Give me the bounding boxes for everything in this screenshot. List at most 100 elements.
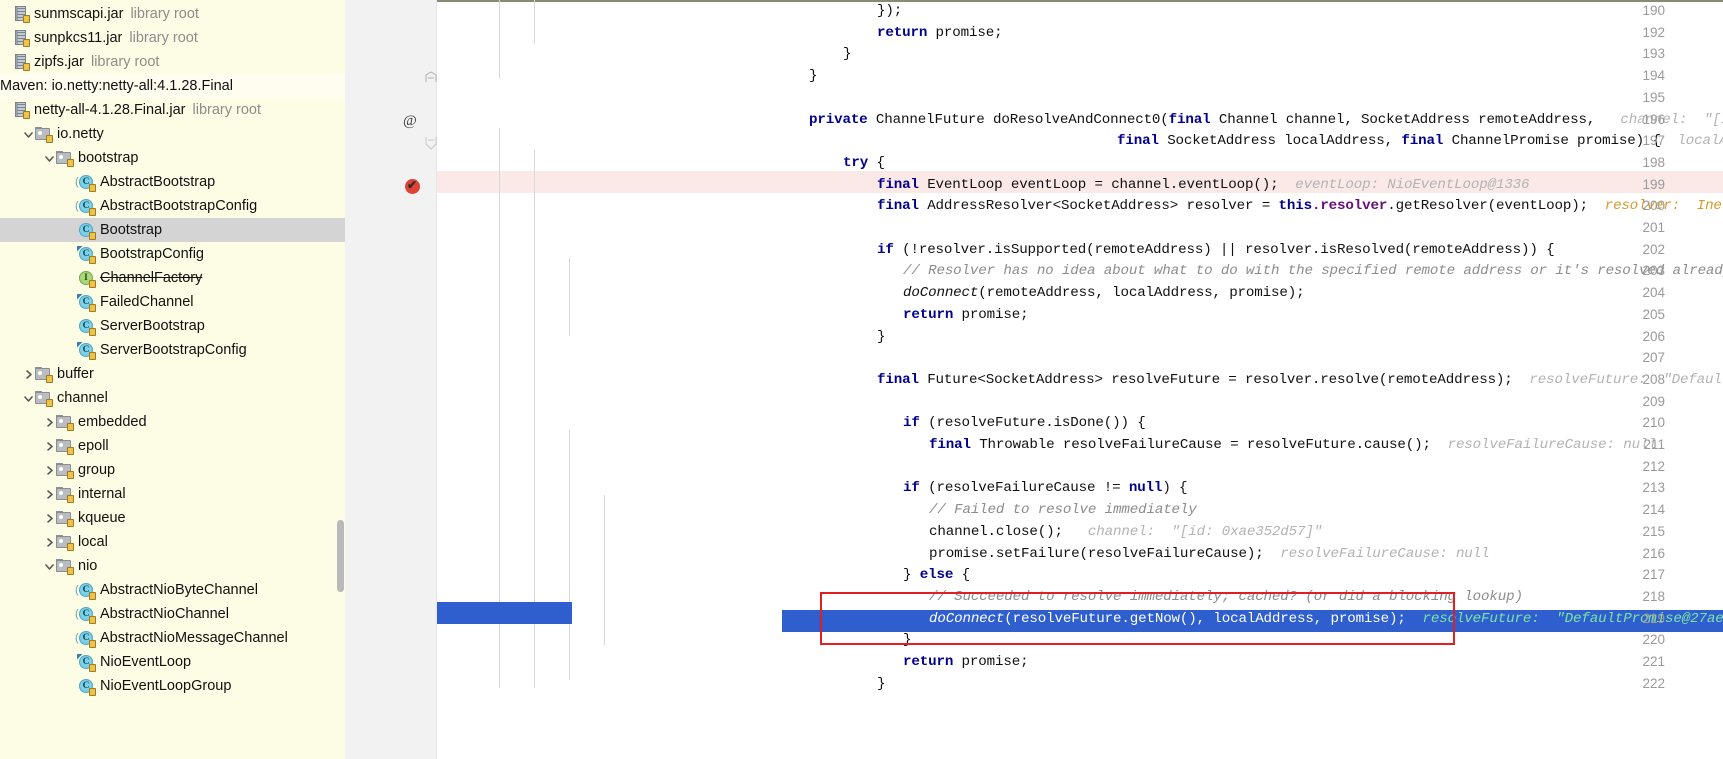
package-folder-icon	[56, 415, 73, 430]
tree-item-netty-all-4-1-28-final-jar[interactable]: netty-all-4.1.28.Final.jarlibrary root	[0, 98, 345, 122]
code-line[interactable]: // Succeeded to resolve immediately; cac…	[929, 589, 1523, 605]
tree-item-label: buffer	[57, 366, 94, 382]
code-line[interactable]: channel.close(); channel: "[id: 0xae352d…	[929, 524, 1322, 540]
code-line[interactable]: }	[843, 46, 851, 62]
chevron-down-icon[interactable]	[42, 151, 56, 165]
chevron-right-icon[interactable]	[42, 439, 56, 453]
code-line[interactable]: } else {	[903, 567, 970, 583]
project-tool-window[interactable]: sunmscapi.jarlibrary rootsunpkcs11.jarli…	[0, 0, 345, 759]
tree-item-bootstrap[interactable]: CBootstrap	[0, 218, 345, 242]
tree-item-abstractbootstrapconfig[interactable]: (CAbstractBootstrapConfig	[0, 194, 345, 218]
package-folder-icon	[56, 487, 73, 502]
code-line[interactable]: private ChannelFuture doResolveAndConnec…	[809, 112, 1723, 128]
tree-item-nioeventloop[interactable]: CNioEventLoop	[0, 650, 345, 674]
sidebar-scrollbar-track[interactable]	[336, 0, 345, 759]
chevron-right-icon[interactable]	[42, 463, 56, 477]
tree-item-local[interactable]: local	[0, 530, 345, 554]
code-line[interactable]: return promise;	[903, 307, 1028, 323]
package-folder-icon	[56, 511, 73, 526]
tree-item-nio[interactable]: nio	[0, 554, 345, 578]
code-line[interactable]: return promise;	[903, 654, 1028, 670]
tree-item-internal[interactable]: internal	[0, 482, 345, 506]
line-number: 209	[1625, 394, 1665, 409]
line-number: 204	[1625, 285, 1665, 300]
code-line[interactable]: }	[877, 676, 885, 692]
override-marker-icon[interactable]: @	[403, 111, 425, 132]
code-line[interactable]: final AddressResolver<SocketAddress> res…	[877, 198, 1723, 214]
code-line[interactable]: // Failed to resolve immediately	[929, 502, 1197, 518]
tree-item-abstractbootstrap[interactable]: (CAbstractBootstrap	[0, 170, 345, 194]
sidebar-scrollbar-thumb[interactable]	[337, 520, 344, 592]
tree-item-buffer[interactable]: buffer	[0, 362, 345, 386]
tree-item-bootstrapconfig[interactable]: CBootstrapConfig	[0, 242, 345, 266]
tree-item-io-netty[interactable]: io.netty	[0, 122, 345, 146]
chevron-down-icon[interactable]	[21, 127, 35, 141]
tree-item-nioeventloopgroup[interactable]: CNioEventLoopGroup	[0, 674, 345, 698]
code-line[interactable]: if (resolveFuture.isDone()) {	[903, 415, 1146, 431]
tree-item-zipfs-jar[interactable]: zipfs.jarlibrary root	[0, 50, 345, 74]
package-folder-icon	[35, 367, 52, 382]
breakpoint-verified-icon[interactable]: ✔	[403, 176, 425, 197]
tree-item-label: ChannelFactory	[100, 270, 202, 286]
tree-item-abstractniobytechannel[interactable]: (CAbstractNioByteChannel	[0, 578, 345, 602]
tree-item-channelfactory[interactable]: IChannelFactory	[0, 266, 345, 290]
tree-item-label: Bootstrap	[100, 222, 162, 238]
code-line[interactable]: promise.setFailure(resolveFailureCause);…	[929, 546, 1489, 562]
chevron-right-icon[interactable]	[42, 487, 56, 501]
tree-item-group[interactable]: group	[0, 458, 345, 482]
tree-item-abstractniochannel[interactable]: (CAbstractNioChannel	[0, 602, 345, 626]
tree-item-suffix: library root	[193, 102, 262, 118]
ide-window: sunmscapi.jarlibrary rootsunpkcs11.jarli…	[0, 0, 1723, 759]
code-line[interactable]: }	[877, 329, 885, 345]
tree-item-epoll[interactable]: epoll	[0, 434, 345, 458]
abstract-class-icon: (C	[77, 198, 95, 215]
package-folder-icon	[56, 439, 73, 454]
tree-spacer	[63, 655, 77, 669]
code-line[interactable]: doConnect(remoteAddress, localAddress, p…	[903, 285, 1304, 301]
tree-item-abstractniomessagechannel[interactable]: (CAbstractNioMessageChannel	[0, 626, 345, 650]
chevron-down-icon[interactable]	[21, 391, 35, 405]
tree-item-label: zipfs.jar	[34, 54, 84, 70]
code-line[interactable]: try {	[843, 155, 885, 171]
code-line[interactable]: final Throwable resolveFailureCause = re…	[929, 437, 1657, 453]
tree-item-label: AbstractNioByteChannel	[100, 582, 258, 598]
tree-item-suffix: library root	[130, 6, 199, 22]
chevron-right-icon[interactable]	[21, 367, 35, 381]
jar-icon	[14, 30, 29, 46]
tree-item-bootstrap[interactable]: bootstrap	[0, 146, 345, 170]
code-line[interactable]: if (!resolver.isSupported(remoteAddress)…	[877, 242, 1554, 258]
tree-item-label: local	[78, 534, 108, 550]
tree-item-channel[interactable]: channel	[0, 386, 345, 410]
tree-item-kqueue[interactable]: kqueue	[0, 506, 345, 530]
line-number: 220	[1625, 632, 1665, 647]
tree-item-maven-io-netty-netty-all-4-1-28-final[interactable]: Maven: io.netty:netty-all:4.1.28.Final	[0, 74, 345, 98]
code-line[interactable]: }	[903, 632, 911, 648]
chevron-down-icon[interactable]	[42, 559, 56, 573]
line-number: 193	[1625, 46, 1665, 61]
code-line[interactable]: if (resolveFailureCause != null) {	[903, 480, 1187, 496]
code-fold-icon[interactable]	[421, 67, 443, 88]
tree-item-failedchannel[interactable]: CFailedChannel	[0, 290, 345, 314]
code-line[interactable]: final EventLoop eventLoop = channel.even…	[877, 177, 1529, 193]
jar-icon	[14, 6, 29, 22]
tree-item-serverbootstrapconfig[interactable]: CServerBootstrapConfig	[0, 338, 345, 362]
tree-item-sunmscapi-jar[interactable]: sunmscapi.jarlibrary root	[0, 2, 345, 26]
code-line[interactable]: // Resolver has no idea about what to do…	[903, 263, 1723, 279]
code-line[interactable]: doConnect(resolveFuture.getNow(), localA…	[929, 611, 1723, 627]
chevron-right-icon[interactable]	[42, 511, 56, 525]
tree-spacer	[0, 103, 14, 117]
tree-item-label: bootstrap	[78, 150, 138, 166]
editor-area[interactable]: }); return promise;}} private ChannelFutur…	[345, 0, 1723, 759]
line-number: 217	[1625, 567, 1665, 582]
code-line[interactable]: });	[877, 3, 902, 19]
tree-item-embedded[interactable]: embedded	[0, 410, 345, 434]
tree-item-sunpkcs11-jar[interactable]: sunpkcs11.jarlibrary root	[0, 26, 345, 50]
chevron-right-icon[interactable]	[42, 415, 56, 429]
chevron-right-icon[interactable]	[42, 535, 56, 549]
code-line[interactable]: }	[809, 68, 817, 84]
tree-item-serverbootstrap[interactable]: CServerBootstrap	[0, 314, 345, 338]
code-fold-icon[interactable]	[421, 132, 443, 153]
package-folder-icon	[35, 391, 52, 406]
code-line[interactable]: return promise;	[877, 25, 1002, 41]
code-line[interactable]: final Future<SocketAddress> resolveFutur…	[877, 372, 1723, 388]
